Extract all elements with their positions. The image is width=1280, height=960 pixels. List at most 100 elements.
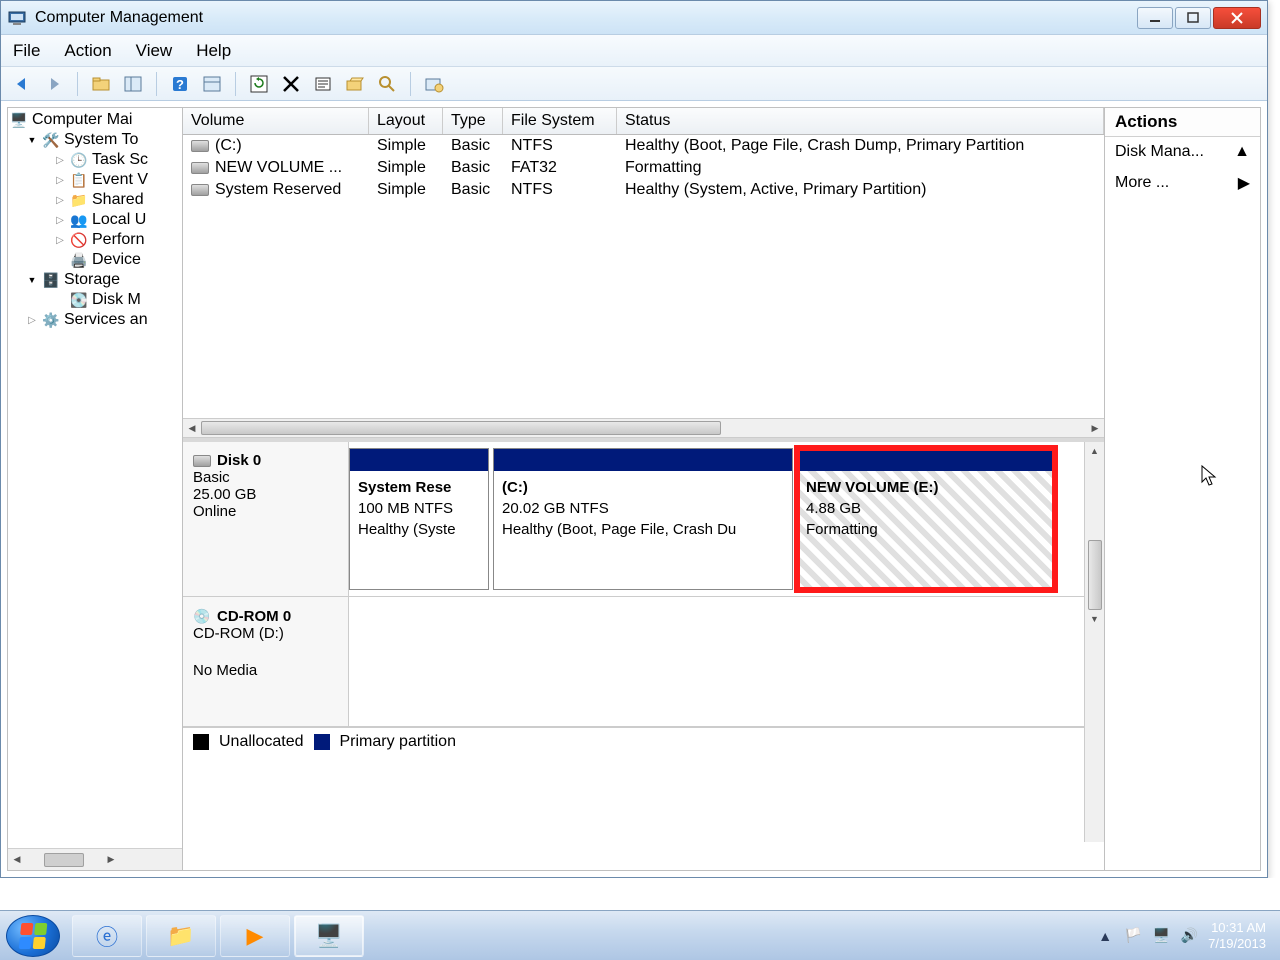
disk-partitions	[349, 597, 1104, 726]
storage-icon: 🗄️	[42, 271, 60, 289]
expand-icon[interactable]	[54, 154, 66, 166]
explore-button[interactable]	[374, 71, 400, 97]
desktop-gap	[0, 878, 1280, 910]
partition-system-reserved[interactable]: System Rese 100 MB NTFS Healthy (Syste	[349, 448, 489, 590]
scrollbar-thumb[interactable]	[44, 853, 84, 867]
volume-row[interactable]: System Reserved Simple Basic NTFS Health…	[183, 179, 1104, 201]
cdrom-icon: 💿	[193, 607, 211, 625]
tree-system-tools[interactable]: 🛠️ System To	[8, 130, 182, 150]
scrollbar-thumb[interactable]	[201, 421, 721, 435]
tree-performance[interactable]: 🚫Perforn	[8, 230, 182, 250]
expand-icon[interactable]	[54, 194, 66, 206]
windows-logo-icon	[19, 923, 48, 949]
partition-new-volume-e[interactable]: NEW VOLUME (E:) 4.88 GB Formatting	[797, 448, 1055, 590]
clock-icon: 🕒	[70, 151, 88, 169]
volume-row[interactable]: (C:) Simple Basic NTFS Healthy (Boot, Pa…	[183, 135, 1104, 157]
taskbar-computer-management[interactable]: 🖥️	[294, 915, 364, 957]
minimize-button[interactable]	[1137, 7, 1173, 29]
actions-pane: Actions Disk Mana... ▲ More ... ▶	[1105, 107, 1261, 871]
tree-event-viewer[interactable]: 📋Event V	[8, 170, 182, 190]
clock-time: 10:31 AM	[1208, 920, 1266, 936]
tree-task-scheduler[interactable]: 🕒Task Sc	[8, 150, 182, 170]
tree-root-label: Computer Mai	[32, 111, 132, 129]
expand-icon[interactable]	[26, 314, 38, 326]
disk-type: Basic	[193, 469, 338, 486]
titlebar[interactable]: Computer Management	[1, 1, 1267, 35]
maximize-button[interactable]	[1175, 7, 1211, 29]
clock-date: 7/19/2013	[1208, 936, 1266, 952]
volume-list-header[interactable]: Volume Layout Type File System Status	[183, 108, 1104, 135]
menu-file[interactable]: File	[13, 41, 40, 61]
legend-label: Unallocated	[219, 733, 304, 751]
drive-icon	[191, 184, 209, 196]
tree-local-users[interactable]: 👥Local U	[8, 210, 182, 230]
disk-label[interactable]: 💿CD-ROM 0 CD-ROM (D:) No Media	[183, 597, 349, 726]
disk-row[interactable]: 💿CD-ROM 0 CD-ROM (D:) No Media	[183, 597, 1104, 727]
nav-tree[interactable]: 🖥️ Computer Mai 🛠️ System To 🕒Task Sc 📋E…	[8, 108, 182, 848]
column-layout[interactable]: Layout	[369, 108, 443, 134]
column-filesystem[interactable]: File System	[503, 108, 617, 134]
disk-type: CD-ROM (D:)	[193, 625, 338, 642]
nav-horizontal-scrollbar[interactable]	[8, 848, 182, 870]
open-button[interactable]	[342, 71, 368, 97]
actions-disk-management[interactable]: Disk Mana... ▲	[1105, 137, 1260, 167]
menu-action[interactable]: Action	[64, 41, 111, 61]
up-button[interactable]	[88, 71, 114, 97]
volume-icon[interactable]: 🔊	[1180, 927, 1198, 945]
tree-shared-folders[interactable]: 📁Shared	[8, 190, 182, 210]
taskbar-ie[interactable]: ⓔ	[72, 915, 142, 957]
refresh-button[interactable]	[246, 71, 272, 97]
expand-icon[interactable]	[26, 274, 38, 286]
chevron-up-icon: ▲	[1234, 143, 1250, 161]
tree-disk-management[interactable]: 💽Disk M	[8, 290, 182, 310]
volume-horizontal-scrollbar[interactable]: ▶	[183, 418, 1104, 438]
expand-icon[interactable]	[26, 134, 38, 146]
actions-more[interactable]: More ... ▶	[1105, 167, 1260, 199]
tree-services[interactable]: ⚙️ Services an	[8, 310, 182, 330]
action-center-icon[interactable]: 🏳️	[1124, 927, 1142, 945]
menubar: File Action View Help	[1, 35, 1267, 67]
drive-icon	[191, 140, 209, 152]
clock[interactable]: 10:31 AM 7/19/2013	[1208, 920, 1266, 951]
menu-help[interactable]: Help	[196, 41, 231, 61]
event-icon: 📋	[70, 171, 88, 189]
diskmap-vertical-scrollbar[interactable]	[1084, 442, 1104, 842]
system-tray[interactable]: ▲ 🏳️ 🖥️ 🔊 10:31 AM 7/19/2013	[1096, 920, 1274, 951]
volume-row[interactable]: NEW VOLUME ... Simple Basic FAT32 Format…	[183, 157, 1104, 179]
show-hide-tree-button[interactable]	[120, 71, 146, 97]
help-button[interactable]: ?	[167, 71, 193, 97]
scrollbar-thumb[interactable]	[1088, 540, 1102, 610]
column-type[interactable]: Type	[443, 108, 503, 134]
disk-row[interactable]: Disk 0 Basic 25.00 GB Online System Rese…	[183, 442, 1104, 597]
show-hidden-icons[interactable]: ▲	[1096, 927, 1114, 945]
tree-storage[interactable]: 🗄️ Storage	[8, 270, 182, 290]
taskbar-media-player[interactable]: ▶	[220, 915, 290, 957]
back-button[interactable]	[9, 71, 35, 97]
ie-icon: ⓔ	[96, 920, 118, 952]
settings-button[interactable]	[421, 71, 447, 97]
forward-button[interactable]	[41, 71, 67, 97]
expand-icon[interactable]	[54, 234, 66, 246]
expand-icon[interactable]	[54, 214, 66, 226]
properties-button[interactable]	[310, 71, 336, 97]
volume-list[interactable]: (C:) Simple Basic NTFS Healthy (Boot, Pa…	[183, 135, 1104, 418]
taskbar-explorer[interactable]: 📁	[146, 915, 216, 957]
disk-icon: 💽	[70, 291, 88, 309]
start-button[interactable]	[6, 915, 60, 957]
tree-root[interactable]: 🖥️ Computer Mai	[8, 110, 182, 130]
partition-c[interactable]: (C:) 20.02 GB NTFS Healthy (Boot, Page F…	[493, 448, 793, 590]
tree-device-manager[interactable]: 🖨️Device	[8, 250, 182, 270]
services-icon: ⚙️	[42, 311, 60, 329]
network-icon[interactable]: 🖥️	[1152, 927, 1170, 945]
expand-icon[interactable]	[54, 174, 66, 186]
menu-view[interactable]: View	[136, 41, 173, 61]
disk-icon	[193, 455, 211, 467]
delete-button[interactable]	[278, 71, 304, 97]
console-tree-button[interactable]	[199, 71, 225, 97]
disk-label[interactable]: Disk 0 Basic 25.00 GB Online	[183, 442, 349, 596]
taskbar[interactable]: ⓔ 📁 ▶ 🖥️ ▲ 🏳️ 🖥️ 🔊 10:31 AM 7/19/2013	[0, 910, 1280, 960]
column-volume[interactable]: Volume	[183, 108, 369, 134]
column-status[interactable]: Status	[617, 108, 1104, 134]
content-pane: Volume Layout Type File System Status (C…	[183, 107, 1105, 871]
close-button[interactable]	[1213, 7, 1261, 29]
